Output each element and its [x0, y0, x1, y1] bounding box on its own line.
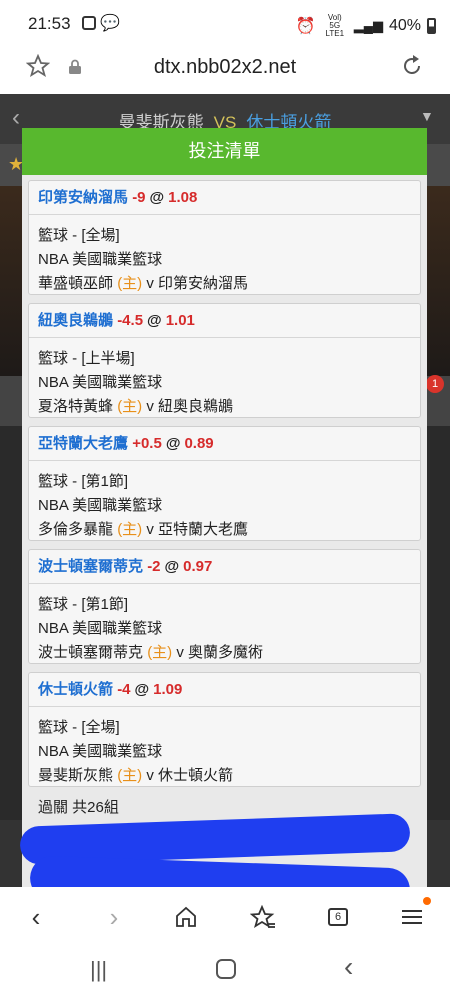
versus: v: [146, 398, 154, 415]
away-team: 亞特蘭大老鷹: [158, 521, 249, 538]
bet-selection: 印第安納溜馬 -9 @1.08: [29, 181, 420, 215]
bet-line: -4.5: [117, 312, 144, 329]
gallery-notification-icon: [82, 16, 96, 30]
browser-toolbar: ‹ › 6: [0, 887, 450, 945]
bet-matchup: 多倫多暴龍 (主) v 亞特蘭大老鷹: [38, 518, 248, 539]
bet-line: -2: [147, 558, 161, 575]
forward-button[interactable]: ›: [94, 897, 134, 937]
bet-market: 籃球 - [全場]: [38, 227, 120, 244]
bet-card: 亞特蘭大老鷹 +0.5 @0.89 籃球 - [第1節] NBA 美國職業籃球 多…: [28, 426, 421, 541]
bet-team: 波士頓塞爾蒂克: [38, 558, 144, 575]
bet-market: 籃球 - [第1節]: [38, 473, 129, 490]
bet-league: NBA 美國職業籃球: [38, 743, 163, 760]
back-button[interactable]: ‹: [16, 897, 56, 937]
home-team: 曼斐斯灰熊: [38, 767, 114, 784]
home-tag: (主): [117, 275, 143, 292]
home-team: 夏洛特黃蜂: [38, 398, 114, 415]
home-team: 波士頓塞爾蒂克: [38, 644, 144, 661]
bet-selection: 波士頓塞爾蒂克 -2 @0.97: [29, 550, 420, 584]
bet-market: 籃球 - [第1節]: [38, 596, 129, 613]
versus: v: [176, 644, 184, 661]
menu-notification-dot: [423, 897, 431, 905]
home-team: 華盛頓巫師: [38, 275, 114, 292]
bet-slip-modal: 投注清單 印第安納溜馬 -9 @1.08 籃球 - [全場] NBA 美國職業籃球…: [22, 128, 427, 888]
alarm-icon: ⏰: [295, 18, 316, 35]
home-tag: (主): [117, 521, 143, 538]
bet-selection: 休士頓火箭 -4 @1.09: [29, 673, 420, 707]
bet-team: 印第安納溜馬: [38, 189, 129, 206]
modal-title: 投注清單: [22, 128, 427, 175]
bet-market: 籃球 - [全場]: [38, 719, 120, 736]
bet-card: 印第安納溜馬 -9 @1.08 籃球 - [全場] NBA 美國職業籃球 華盛頓巫…: [28, 180, 421, 295]
away-team: 紐奧良鵜鶘: [158, 398, 234, 415]
battery-level: 40%: [388, 17, 421, 34]
bet-matchup: 曼斐斯灰熊 (主) v 休士頓火箭: [38, 764, 233, 785]
bet-at: @: [149, 189, 165, 206]
bet-league: NBA 美國職業籃球: [38, 497, 163, 514]
bet-line: -9: [132, 189, 146, 206]
bet-matchup: 夏洛特黃蜂 (主) v 紐奧良鵜鶘: [38, 395, 233, 416]
home-tag: (主): [117, 398, 143, 415]
parlay-summary: 過關 共26組: [38, 799, 119, 816]
bet-at: @: [147, 312, 162, 329]
away-team: 印第安納溜馬: [158, 275, 249, 292]
bet-odds: 0.89: [184, 435, 214, 452]
bet-at: @: [134, 681, 150, 698]
system-nav-bar: ||| ‹: [0, 945, 450, 1000]
home-tag: (主): [147, 644, 173, 661]
bet-card: 波士頓塞爾蒂克 -2 @0.97 籃球 - [第1節] NBA 美國職業籃球 波士…: [28, 549, 421, 664]
dropdown-icon[interactable]: ▼: [420, 108, 434, 124]
url-bar: dtx.nbb02x2.net: [0, 48, 450, 94]
versus: v: [146, 521, 154, 538]
bet-matchup: 華盛頓巫師 (主) v 印第安納溜馬: [38, 272, 248, 293]
recent-apps-icon[interactable]: |||: [90, 957, 107, 983]
home-tag: (主): [117, 767, 143, 784]
bet-card: 紐奧良鵜鶘 -4.5 @1.01 籃球 - [上半場] NBA 美國職業籃球 夏洛…: [28, 303, 421, 418]
reload-icon[interactable]: [400, 54, 424, 78]
bet-league: NBA 美國職業籃球: [38, 620, 163, 637]
bet-league: NBA 美國職業籃球: [38, 251, 163, 268]
bet-team: 休士頓火箭: [38, 681, 114, 698]
battery-icon: [427, 18, 436, 34]
bet-at: @: [165, 435, 181, 452]
bet-line: -4: [117, 681, 131, 698]
network-type: Vol) 5G LTE1: [325, 13, 345, 38]
bet-odds: 0.97: [183, 558, 213, 575]
bet-odds: 1.08: [168, 189, 198, 206]
bet-at: @: [164, 558, 180, 575]
home-nav-icon[interactable]: [216, 959, 236, 979]
notification-badge: 1: [426, 375, 444, 393]
bookmarks-star-icon: [250, 905, 275, 928]
bet-odds: 1.09: [153, 681, 183, 698]
versus: v: [146, 767, 154, 784]
bookmarks-button[interactable]: [243, 897, 283, 937]
bet-line: +0.5: [132, 435, 162, 452]
status-bar: 21:53 💬 ⏰ Vol) 5G LTE1 ▂▄▆ 40%: [0, 0, 450, 48]
versus: v: [146, 275, 154, 292]
status-time: 21:53: [28, 14, 71, 33]
bet-odds: 1.01: [165, 312, 195, 329]
signal-icon: ▂▄▆: [353, 18, 383, 33]
home-icon: [176, 906, 196, 927]
bet-selection: 紐奧良鵜鶘 -4.5 @1.01: [29, 304, 420, 338]
tabs-button[interactable]: 6: [318, 897, 358, 937]
bet-team: 亞特蘭大老鷹: [38, 435, 129, 452]
bet-league: NBA 美國職業籃球: [38, 374, 163, 391]
bet-matchup: 波士頓塞爾蒂克 (主) v 奧蘭多魔術: [38, 641, 263, 662]
home-button[interactable]: [166, 897, 206, 937]
tab-count: 6: [328, 908, 348, 926]
bet-selection: 亞特蘭大老鷹 +0.5 @0.89: [29, 427, 420, 461]
away-team: 奧蘭多魔術: [188, 644, 264, 661]
bet-market: 籃球 - [上半場]: [38, 350, 135, 367]
back-nav-icon[interactable]: ‹: [344, 951, 353, 983]
bet-card: 休士頓火箭 -4 @1.09 籃球 - [全場] NBA 美國職業籃球 曼斐斯灰熊…: [28, 672, 421, 787]
chat-notification-icon: 💬: [100, 15, 120, 32]
home-team: 多倫多暴龍: [38, 521, 114, 538]
bet-team: 紐奧良鵜鶘: [38, 312, 114, 329]
url-text[interactable]: dtx.nbb02x2.net: [0, 56, 450, 79]
menu-icon: [402, 910, 422, 924]
away-team: 休士頓火箭: [158, 767, 234, 784]
